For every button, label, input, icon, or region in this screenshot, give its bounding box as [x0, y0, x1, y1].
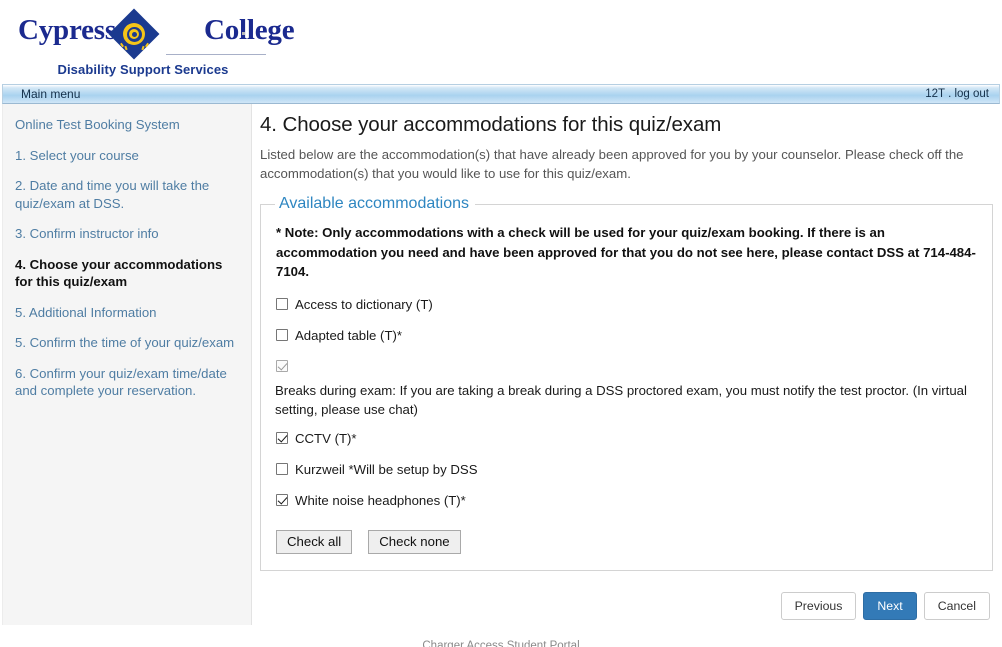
brand-word-cypress: Cypress	[18, 14, 116, 46]
sidebar-item-confirm-time[interactable]: 5. Confirm the time of your quiz/exam	[15, 334, 239, 352]
brand-tagline: Disability Support Services	[57, 62, 229, 77]
page-title: 4. Choose your accommodations for this q…	[260, 113, 722, 136]
checkbox-access-to-dictionary[interactable]	[276, 297, 288, 310]
brand-lockup: Cypress College Disability Support Servic…	[18, 6, 295, 78]
accommodation-row-white-noise-headphones[interactable]: White noise headphones (T)*	[275, 492, 978, 510]
accommodation-row-cctv[interactable]: CCTV (T)*	[275, 430, 978, 448]
accommodation-label: Access to dictionary (T)	[295, 296, 433, 312]
next-button[interactable]: Next	[863, 592, 917, 620]
header-dot-decoration	[242, 32, 245, 35]
sidebar-item-confirm-and-complete[interactable]: 6. Confirm your quiz/exam time/date and …	[15, 365, 239, 400]
accommodation-row-kurzweil[interactable]: Kurzweil *Will be setup by DSS	[275, 461, 978, 479]
accommodation-row-adapted-table[interactable]: Adapted table (T)*	[275, 327, 978, 345]
accommodation-label: White noise headphones (T)*	[295, 492, 466, 508]
checkbox-adapted-table[interactable]	[276, 328, 288, 341]
accommodation-label: Breaks during exam: If you are taking a …	[275, 382, 967, 417]
brand-word-college: College	[203, 14, 295, 46]
checkbox-kurzweil[interactable]	[276, 462, 288, 475]
checkbox-white-noise-headphones[interactable]	[276, 493, 288, 506]
main-menu-link[interactable]: Main menu	[21, 87, 80, 101]
sidebar-item-select-course[interactable]: 1. Select your course	[15, 147, 239, 165]
previous-button[interactable]: Previous	[780, 592, 857, 620]
wizard-nav-buttons: Previous Next Cancel	[780, 592, 990, 620]
accommodation-row-access-to-dictionary[interactable]: Access to dictionary (T)	[275, 296, 978, 314]
accommodation-label: Adapted table (T)*	[295, 327, 403, 343]
sidebar-item-additional-information[interactable]: 5. Additional Information	[15, 304, 239, 322]
available-accommodations-legend: Available accommodations	[279, 195, 470, 212]
main-content: 4. Choose your accommodations for this q…	[252, 104, 1000, 620]
brand-header: Cypress College Disability Support Servic…	[0, 0, 1002, 84]
sidebar-item-confirm-instructor-info[interactable]: 3. Confirm instructor info	[15, 225, 239, 243]
checkbox-cctv[interactable]	[276, 431, 288, 444]
accommodation-label: Kurzweil *Will be setup by DSS	[295, 461, 478, 477]
sidebar-item-choose-accommodations[interactable]: 4. Choose your accommodations for this q…	[15, 256, 239, 291]
accommodation-row-breaks-during-exam: Breaks during exam: If you are taking a …	[275, 358, 978, 419]
check-none-button[interactable]: Check none	[368, 529, 461, 554]
user-logout-link[interactable]: 12T . log out	[925, 88, 989, 100]
checkbox-breaks-during-exam	[276, 359, 288, 372]
sidebar-item-online-test-booking-system[interactable]: Online Test Booking System	[15, 116, 239, 134]
accommodations-note: * Note: Only accommodations with a check…	[276, 225, 976, 279]
cancel-button[interactable]: Cancel	[923, 592, 990, 620]
sidebar-nav: Online Test Booking System 1. Select you…	[2, 104, 252, 625]
available-accommodations-fieldset: Available accommodations * Note: Only ac…	[260, 195, 993, 571]
page-footer: Charger Access Student Portal	[422, 640, 580, 647]
page-body: Online Test Booking System 1. Select you…	[2, 104, 1000, 625]
check-all-button[interactable]: Check all	[276, 529, 353, 554]
cypress-college-diamond-logo-icon	[108, 8, 160, 60]
main-menu-bar: Main menu 12T . log out	[2, 84, 1000, 104]
check-toggle-buttons: Check all Check none	[276, 529, 978, 554]
accommodation-label: CCTV (T)*	[295, 430, 357, 446]
sidebar-item-date-and-time[interactable]: 2. Date and time you will take the quiz/…	[15, 177, 239, 212]
page-intro-text: Listed below are the accommodation(s) th…	[260, 147, 964, 181]
logo-ring-core	[131, 31, 137, 37]
brand-divider-rule	[166, 54, 266, 55]
